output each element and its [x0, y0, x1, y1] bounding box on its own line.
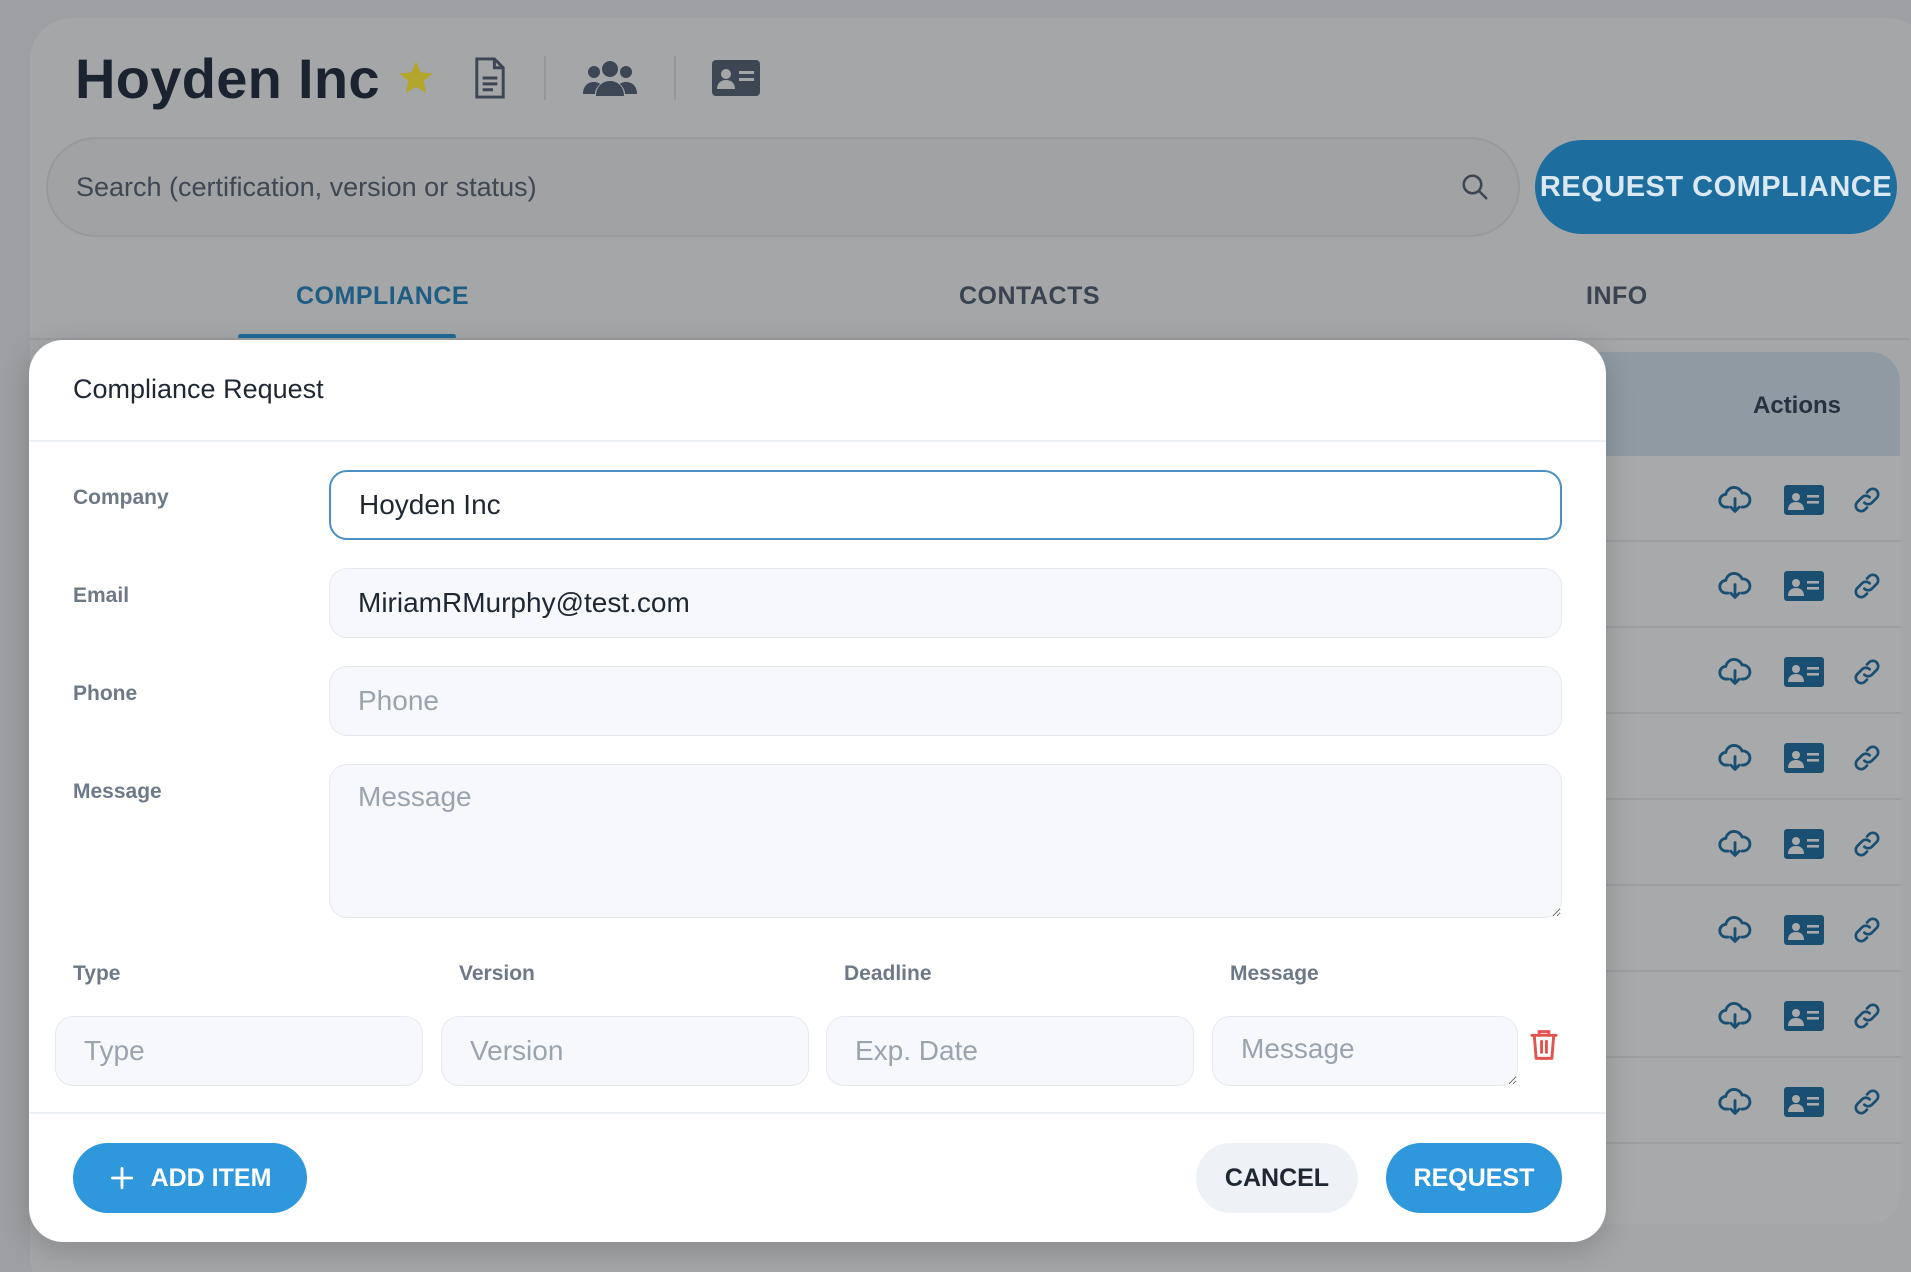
contact-card-icon[interactable] [1784, 652, 1824, 692]
download-icon[interactable] [1715, 480, 1755, 520]
request-button[interactable]: REQUEST [1386, 1143, 1562, 1213]
download-icon[interactable] [1715, 566, 1755, 606]
table-row [1560, 972, 1900, 1058]
contact-card-icon[interactable] [1784, 824, 1824, 864]
search-bar [46, 137, 1520, 237]
company-title: Hoyden Inc [75, 46, 380, 110]
table-row [1560, 1058, 1900, 1144]
contact-card-icon[interactable] [1784, 480, 1824, 520]
contact-card-icon[interactable] [1784, 996, 1824, 1036]
table-header: Actions [1560, 352, 1900, 456]
delete-item-icon[interactable] [1529, 1028, 1563, 1066]
search-icon[interactable] [1460, 172, 1490, 202]
tab-compliance[interactable]: COMPLIANCE [296, 282, 469, 311]
table-row [1560, 800, 1900, 886]
type-column-label: Type [73, 962, 121, 985]
header-divider [543, 56, 546, 100]
contact-card-icon[interactable] [1784, 910, 1824, 950]
download-icon[interactable] [1715, 910, 1755, 950]
link-icon[interactable] [1847, 1082, 1887, 1122]
link-icon[interactable] [1847, 910, 1887, 950]
email-input[interactable] [329, 568, 1562, 638]
table-row [1560, 886, 1900, 972]
message-label: Message [73, 780, 162, 803]
compliance-request-modal: Compliance Request Company Email Phone M… [29, 340, 1606, 1242]
id-card-icon[interactable] [711, 58, 760, 98]
phone-label: Phone [73, 682, 138, 705]
download-icon[interactable] [1715, 652, 1755, 692]
cancel-button[interactable]: CANCEL [1196, 1143, 1358, 1213]
contact-card-icon[interactable] [1784, 738, 1824, 778]
link-icon[interactable] [1847, 652, 1887, 692]
modal-header-divider [29, 440, 1606, 442]
contact-card-icon[interactable] [1784, 566, 1824, 606]
link-icon[interactable] [1847, 480, 1887, 520]
contact-card-icon[interactable] [1784, 1082, 1824, 1122]
phone-input[interactable] [329, 666, 1562, 736]
add-item-label: ADD ITEM [150, 1163, 272, 1192]
modal-footer-divider [29, 1112, 1606, 1114]
version-column-label: Version [459, 962, 535, 985]
download-icon[interactable] [1715, 738, 1755, 778]
request-compliance-button[interactable]: REQUEST COMPLIANCE [1535, 140, 1897, 234]
message-textarea[interactable] [329, 764, 1562, 918]
tab-info[interactable]: INFO [1586, 282, 1648, 311]
add-item-button[interactable]: ADD ITEM [73, 1143, 307, 1213]
modal-title: Compliance Request [73, 374, 324, 404]
download-icon[interactable] [1715, 824, 1755, 864]
item-message-textarea[interactable] [1212, 1016, 1518, 1086]
deadline-column-label: Deadline [844, 962, 932, 985]
table-row [1560, 542, 1900, 628]
download-icon[interactable] [1715, 996, 1755, 1036]
company-label: Company [73, 486, 169, 509]
item-type-input[interactable] [55, 1016, 423, 1086]
header-divider [673, 56, 676, 100]
users-icon[interactable] [582, 58, 638, 98]
download-icon[interactable] [1715, 1082, 1755, 1122]
link-icon[interactable] [1847, 824, 1887, 864]
item-version-input[interactable] [441, 1016, 809, 1086]
company-input[interactable] [329, 470, 1562, 540]
company-header: Hoyden Inc [75, 38, 760, 118]
link-icon[interactable] [1847, 738, 1887, 778]
link-icon[interactable] [1847, 996, 1887, 1036]
actions-column-header: Actions [1753, 392, 1842, 419]
plus-icon [109, 1165, 135, 1191]
document-icon[interactable] [472, 56, 508, 100]
link-icon[interactable] [1847, 566, 1887, 606]
item-message-column-label: Message [1230, 962, 1319, 985]
table-row [1560, 714, 1900, 800]
search-input[interactable] [76, 171, 1460, 203]
tab-contacts[interactable]: CONTACTS [959, 282, 1100, 311]
tab-bar: COMPLIANCE CONTACTS INFO [30, 270, 1910, 340]
star-icon[interactable] [396, 58, 436, 98]
item-deadline-input[interactable] [826, 1016, 1194, 1086]
table-row [1560, 628, 1900, 714]
email-label: Email [73, 584, 130, 607]
table-row [1560, 456, 1900, 542]
compliance-table: Actions [1560, 352, 1900, 1224]
